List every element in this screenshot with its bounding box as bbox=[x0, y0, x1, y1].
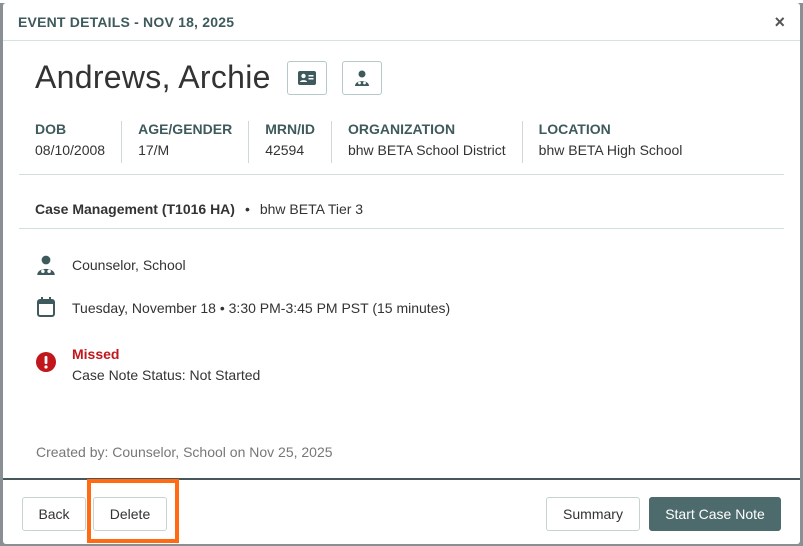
provider-icon bbox=[354, 70, 369, 86]
id-card-button[interactable] bbox=[286, 60, 327, 95]
modal-header: EVENT DETAILS - NOV 18, 2025 × bbox=[3, 3, 800, 41]
info-value: 17/M bbox=[138, 142, 170, 158]
close-button[interactable]: × bbox=[774, 13, 785, 31]
info-organization: ORGANIZATION bhw BETA School District bbox=[330, 121, 522, 163]
alert-icon bbox=[35, 352, 57, 372]
status-detail: Missed Case Note Status: Not Started bbox=[35, 346, 260, 383]
divider bbox=[19, 174, 784, 175]
info-label: AGE/GENDER bbox=[138, 121, 233, 137]
service-row: Case Management (T1016 HA) • bhw BETA Ti… bbox=[35, 201, 363, 217]
info-label: ORGANIZATION bbox=[347, 121, 456, 137]
datetime-detail: Tuesday, November 18 • 3:30 PM-3:45 PM P… bbox=[35, 297, 450, 317]
info-label: DOB bbox=[35, 121, 67, 137]
info-value: bhw BETA High School bbox=[538, 142, 683, 158]
provider-name: Counselor, School bbox=[72, 257, 186, 273]
back-button[interactable]: Back bbox=[22, 497, 86, 531]
modal-title: EVENT DETAILS - NOV 18, 2025 bbox=[18, 13, 235, 30]
provider-detail: Counselor, School bbox=[35, 255, 186, 275]
service-tier: bhw BETA Tier 3 bbox=[259, 201, 364, 217]
info-value: bhw BETA School District bbox=[347, 142, 506, 158]
patient-header: Andrews, Archie bbox=[35, 59, 382, 96]
patient-name: Andrews, Archie bbox=[35, 59, 271, 95]
start-case-note-button[interactable]: Start Case Note bbox=[649, 497, 781, 531]
info-label: MRN/ID bbox=[265, 121, 315, 137]
info-age-gender: AGE/GENDER 17/M bbox=[121, 121, 248, 163]
created-by: Created by: Counselor, School on Nov 25,… bbox=[36, 444, 333, 460]
status-text: Missed Case Note Status: Not Started bbox=[72, 346, 260, 383]
info-dob: DOB 08/10/2008 bbox=[19, 121, 121, 163]
delete-highlight-annotation bbox=[87, 479, 179, 543]
case-note-status: Case Note Status: Not Started bbox=[72, 367, 261, 383]
info-value: 08/10/2008 bbox=[35, 142, 106, 158]
event-datetime: Tuesday, November 18 • 3:30 PM-3:45 PM P… bbox=[72, 300, 451, 316]
service-name: Case Management (T1016 HA) bbox=[35, 201, 235, 217]
separator: • bbox=[244, 201, 250, 217]
info-mrn: MRN/ID 42594 bbox=[248, 121, 331, 163]
id-card-icon bbox=[297, 70, 316, 85]
summary-button[interactable]: Summary bbox=[546, 497, 640, 531]
divider bbox=[19, 228, 784, 229]
info-value: 42594 bbox=[265, 142, 305, 158]
event-details-modal: EVENT DETAILS - NOV 18, 2025 × Andrews, … bbox=[3, 3, 800, 544]
patient-info-row: DOB 08/10/2008 AGE/GENDER 17/M MRN/ID 42… bbox=[19, 121, 784, 163]
missed-label: Missed bbox=[72, 346, 120, 362]
info-label: LOCATION bbox=[538, 121, 611, 137]
provider-icon bbox=[35, 255, 57, 275]
calendar-icon bbox=[35, 297, 57, 317]
info-location: LOCATION bhw BETA High School bbox=[521, 121, 699, 163]
provider-button[interactable] bbox=[341, 60, 382, 95]
